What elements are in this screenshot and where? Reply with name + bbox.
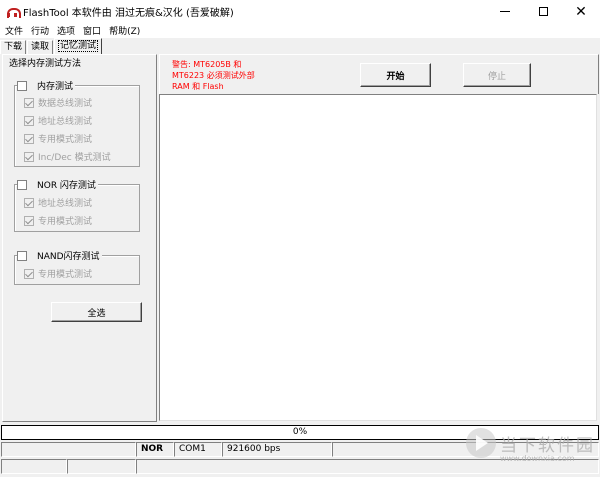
tab-memory-test-label: 记忆测试 <box>58 40 99 52</box>
flashtool-app-icon <box>6 6 21 18</box>
stop-label: 停止 <box>487 71 506 82</box>
nor-pattern-label: 专用模式测试 <box>38 217 93 227</box>
menu-action[interactable]: 行动 <box>27 24 53 37</box>
tab-download[interactable]: 下载 <box>0 40 27 54</box>
ram-address-bus-checkbox <box>24 115 34 126</box>
tab-download-label: 下载 <box>4 42 23 52</box>
nor-address-bus-label: 地址总线测试 <box>38 199 93 209</box>
ram-data-bus-label: 数据总线测试 <box>38 99 93 109</box>
window-title: FlashTool 本软件由 泪过无痕&汉化 (吾爱破解) <box>23 8 234 19</box>
window-controls: ✕ <box>486 0 600 23</box>
watermark-title: 当下软件园 <box>500 436 595 456</box>
status-cell-8 <box>67 459 136 474</box>
nand-pattern-option: 专用模式测试 <box>24 267 92 280</box>
nand-test-group: NAND闪存测试 专用模式测试 <box>14 249 140 285</box>
test-result-log[interactable] <box>159 94 597 421</box>
menu-options[interactable]: 选项 <box>53 24 79 37</box>
close-icon: ✕ <box>575 3 587 20</box>
memory-test-method-panel: 选择内存测试方法 内存测试 数据总线测试 地址总线测试 专用模式测试 Inc/D… <box>2 54 157 422</box>
menu-bar: 文件 行动 选项 窗口 帮助(Z) <box>0 23 600 38</box>
nand-pattern-checkbox <box>24 268 34 279</box>
panel-title: 选择内存测试方法 <box>9 56 82 69</box>
title-bar: FlashTool 本软件由 泪过无痕&汉化 (吾爱破解) ✕ <box>0 0 600 23</box>
warning-text: 警告: MT6205B 和 MT6223 必须测试外部 RAM 和 Flash <box>172 60 255 91</box>
maximize-icon <box>538 7 548 16</box>
ram-test-header[interactable]: 内存测试 <box>17 79 76 92</box>
maximize-button[interactable] <box>524 0 562 23</box>
ram-pattern-label: 专用模式测试 <box>38 135 93 145</box>
stop-button: 停止 <box>463 63 531 87</box>
select-all-button[interactable]: 全选 <box>51 302 142 322</box>
nor-test-checkbox[interactable] <box>17 179 27 190</box>
menu-help[interactable]: 帮助(Z) <box>105 24 144 37</box>
minimize-button[interactable] <box>486 0 524 23</box>
status-flash-type: NOR <box>136 442 174 457</box>
ram-data-bus-option: 数据总线测试 <box>24 96 92 109</box>
start-button[interactable]: 开始 <box>360 63 431 87</box>
ram-pattern-checkbox <box>24 133 34 144</box>
ram-test-checkbox[interactable] <box>17 80 27 91</box>
nor-test-group: NOR 闪存测试 地址总线测试 专用模式测试 <box>14 178 140 232</box>
minimize-icon <box>500 11 510 12</box>
tab-memory-test[interactable]: 记忆测试 <box>54 38 103 54</box>
ram-inc-dec-checkbox <box>24 151 34 162</box>
start-label: 开始 <box>386 71 405 82</box>
nor-test-label: NOR 闪存测试 <box>37 181 96 191</box>
downxia-logo-icon <box>466 428 496 458</box>
tab-strip: 下载 读取 记忆测试 <box>0 38 103 54</box>
close-button[interactable]: ✕ <box>562 0 600 23</box>
memory-test-controls: 警告: MT6205B 和 MT6223 必须测试外部 RAM 和 Flash … <box>159 54 599 94</box>
menu-file[interactable]: 文件 <box>0 24 27 37</box>
nor-pattern-option: 专用模式测试 <box>24 214 92 227</box>
ram-address-bus-label: 地址总线测试 <box>38 117 93 127</box>
nor-address-bus-option: 地址总线测试 <box>24 196 92 209</box>
nor-pattern-checkbox <box>24 215 34 226</box>
menu-window[interactable]: 窗口 <box>79 24 105 37</box>
ram-inc-dec-option: Inc/Dec 模式测试 <box>24 150 111 163</box>
status-baud-rate: 921600 bps <box>222 442 332 457</box>
nand-pattern-label: 专用模式测试 <box>38 270 93 280</box>
watermark: 当下软件园 www.downxia.com <box>466 428 600 477</box>
watermark-url: www.downxia.com <box>500 454 575 463</box>
status-cell-1 <box>1 442 136 457</box>
ram-inc-dec-label: Inc/Dec 模式测试 <box>38 153 111 163</box>
nor-address-bus-checkbox <box>24 197 34 208</box>
tab-readback-label: 读取 <box>31 42 50 52</box>
nand-test-label: NAND闪存测试 <box>37 252 100 262</box>
nand-test-checkbox[interactable] <box>17 250 27 261</box>
nor-test-header[interactable]: NOR 闪存测试 <box>17 178 98 191</box>
ram-address-bus-option: 地址总线测试 <box>24 114 92 127</box>
select-all-label: 全选 <box>87 308 106 319</box>
nand-test-header[interactable]: NAND闪存测试 <box>17 249 102 262</box>
ram-test-group: 内存测试 数据总线测试 地址总线测试 专用模式测试 Inc/Dec 模式测试 <box>14 79 140 167</box>
ram-pattern-option: 专用模式测试 <box>24 132 92 145</box>
ram-data-bus-checkbox <box>24 97 34 108</box>
status-cell-7 <box>1 459 67 474</box>
status-com-port: COM1 <box>174 442 222 457</box>
ram-test-label: 内存测试 <box>37 82 74 92</box>
tab-readback[interactable]: 读取 <box>27 40 54 54</box>
